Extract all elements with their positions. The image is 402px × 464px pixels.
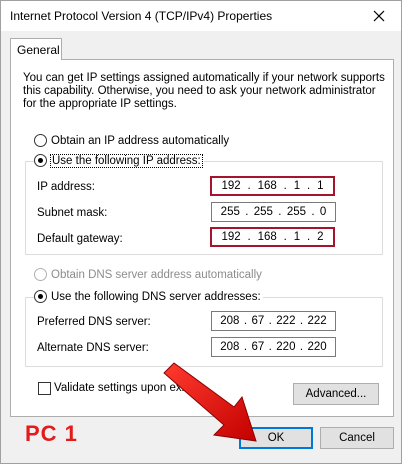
octet: 2 — [317, 231, 324, 243]
ip-address-input[interactable]: 192. 168. 1. 1 — [210, 176, 335, 196]
radio-use-following-ip-label: Use the following IP address: — [50, 153, 203, 168]
octet: 67 — [251, 315, 265, 327]
octet: 208 — [220, 341, 240, 353]
octet: 255 — [286, 206, 307, 218]
radio-button[interactable] — [34, 134, 47, 147]
default-gateway-label: Default gateway: — [37, 233, 123, 245]
radio-button-checked[interactable] — [34, 290, 47, 303]
octet: 1 — [317, 180, 324, 192]
advanced-button[interactable]: Advanced... — [293, 383, 379, 405]
validate-settings-checkbox[interactable] — [38, 382, 51, 395]
tab-general[interactable]: General — [10, 38, 62, 60]
intro-text: You can get IP settings assigned automat… — [23, 72, 385, 110]
octet: 208 — [220, 315, 240, 327]
octet: 192 — [221, 231, 241, 243]
octet: 192 — [221, 180, 241, 192]
preferred-dns-input[interactable]: 208. 67. 222. 222 — [211, 311, 336, 331]
radio-button-checked[interactable] — [34, 154, 47, 167]
octet: 1 — [293, 180, 301, 192]
radio-obtain-dns-auto-label: Obtain DNS server address automatically — [51, 268, 262, 281]
radio-obtain-ip-auto[interactable]: Obtain an IP address automatically — [34, 134, 229, 147]
octet: 222 — [307, 315, 327, 327]
octet: 220 — [307, 341, 327, 353]
octet: 222 — [276, 315, 296, 327]
octet: 168 — [257, 231, 277, 243]
radio-use-following-dns[interactable]: Use the following DNS server addresses: — [34, 290, 263, 303]
ipv4-properties-dialog: Internet Protocol Version 4 (TCP/IPv4) P… — [0, 0, 402, 464]
default-gateway-input[interactable]: 192. 168. 1. 2 — [210, 227, 335, 247]
close-icon — [373, 10, 385, 22]
octet: 255 — [220, 206, 240, 218]
octet: 168 — [257, 180, 277, 192]
window-title: Internet Protocol Version 4 (TCP/IPv4) P… — [10, 9, 273, 23]
title-bar: Internet Protocol Version 4 (TCP/IPv4) P… — [1, 1, 401, 31]
alternate-dns-input[interactable]: 208. 67. 220. 220 — [211, 337, 336, 357]
pc-annotation-label: PC 1 — [25, 421, 78, 446]
red-arrow-icon — [163, 362, 257, 442]
octet: 1 — [293, 231, 301, 243]
alternate-dns-label: Alternate DNS server: — [37, 342, 149, 354]
radio-obtain-dns-auto[interactable]: Obtain DNS server address automatically — [34, 268, 262, 281]
preferred-dns-label: Preferred DNS server: — [37, 316, 151, 328]
ip-address-label: IP address: — [37, 181, 95, 193]
cancel-button[interactable]: Cancel — [320, 427, 394, 449]
octet: 220 — [276, 341, 296, 353]
radio-use-following-ip[interactable]: Use the following IP address: — [34, 153, 204, 168]
subnet-mask-label: Subnet mask: — [37, 207, 108, 219]
close-button[interactable] — [357, 1, 401, 31]
octet: 0 — [319, 206, 327, 218]
octet: 67 — [251, 341, 265, 353]
radio-button-disabled[interactable] — [34, 268, 47, 281]
radio-obtain-ip-auto-label: Obtain an IP address automatically — [51, 134, 230, 147]
radio-use-following-dns-label: Use the following DNS server addresses: — [51, 290, 261, 303]
octet: 255 — [253, 206, 273, 218]
subnet-mask-input[interactable]: 255. 255. 255. 0 — [211, 202, 336, 222]
